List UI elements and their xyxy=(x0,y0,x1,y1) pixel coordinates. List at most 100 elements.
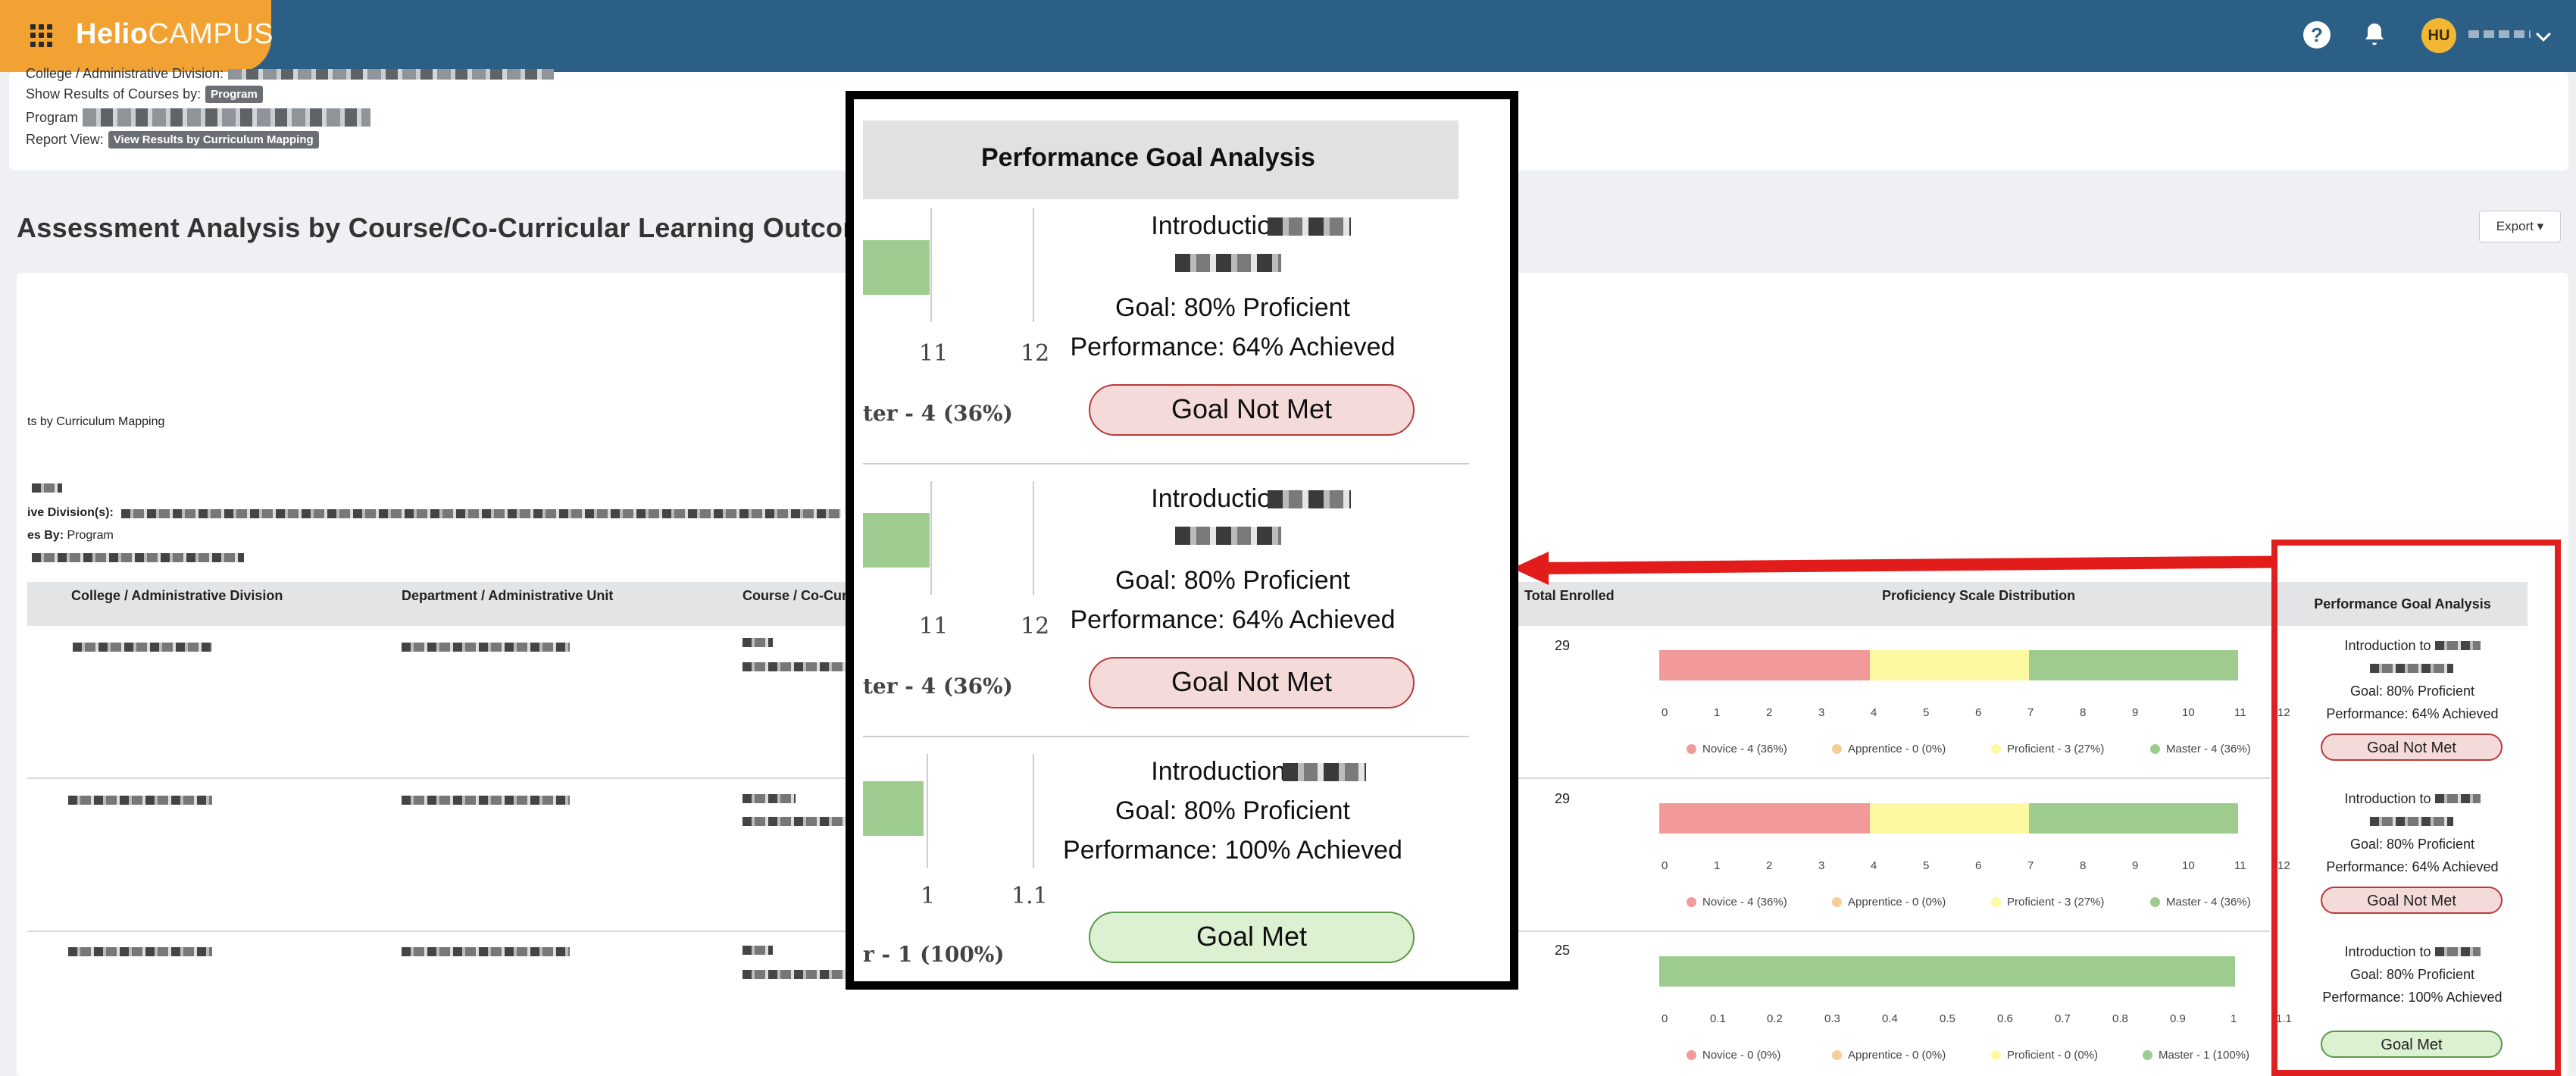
tick-label: 5 xyxy=(1923,706,1930,719)
cell-total-enrolled: 29 xyxy=(1555,791,1571,806)
zoom-goal-status-badge: Goal Not Met xyxy=(1089,384,1415,436)
cell-department-redacted xyxy=(402,796,570,805)
zoom-tick-label: 12 xyxy=(1021,340,1050,367)
filter-college-label: College / Administrative Division: xyxy=(26,66,224,81)
tick-label: 7 xyxy=(2027,859,2034,872)
filter-show-results-tag: Program xyxy=(205,86,263,103)
column-proficiency-distribution: Proficiency Scale Distribution xyxy=(1882,588,2076,603)
tick-label: 1 xyxy=(1714,706,1721,719)
zoom-legend-master: ter - 4 (36%) xyxy=(863,674,1013,699)
tick-label: 2 xyxy=(1766,859,1773,872)
zoom-axis-line xyxy=(930,208,932,322)
filter-report-view: Report View: View Results by Curriculum … xyxy=(26,131,319,149)
bar-novice xyxy=(1659,803,1870,834)
bell-icon[interactable] xyxy=(2361,21,2388,48)
zoom-goal-status-badge: Goal Met xyxy=(1089,912,1415,963)
helio-campus-logo[interactable]: HelioCAMPUS xyxy=(76,18,274,51)
tick-label: 8 xyxy=(2080,859,2087,872)
cell-college-redacted xyxy=(68,796,212,805)
cell-total-enrolled: 25 xyxy=(1555,943,1571,958)
legend-item-novice: Novice - 0 (0%) xyxy=(1687,1049,1780,1062)
zoom-course-redacted xyxy=(1175,527,1281,545)
zoom-title: Performance Goal Analysis xyxy=(981,143,1315,172)
zoom-tick-label: 12 xyxy=(1021,613,1050,640)
bar-proficient xyxy=(1870,650,2029,680)
chevron-down-icon[interactable] xyxy=(2536,27,2551,42)
bar-master xyxy=(1659,956,2235,987)
zoom-legend-master: ter - 4 (36%) xyxy=(863,401,1013,426)
zoom-course-redacted xyxy=(1268,490,1351,508)
zoom-goal-status-badge: Goal Not Met xyxy=(1089,657,1415,708)
column-course: Course / Co-Curi xyxy=(742,588,852,603)
zoom-axis-line xyxy=(1033,208,1034,322)
tick-label: 3 xyxy=(1818,706,1825,719)
redacted-text xyxy=(32,553,244,562)
help-icon[interactable]: ? xyxy=(2303,21,2331,48)
zoom-goal-performance: Performance: 64% Achieved xyxy=(1070,605,1396,634)
cell-course-redacted xyxy=(742,946,773,955)
zoom-goal-performance: Performance: 100% Achieved xyxy=(1063,836,1402,865)
page-title: Assessment Analysis by Course/Co-Curricu… xyxy=(17,212,868,243)
zoom-tick-label: 1 xyxy=(921,883,936,909)
zoom-goal-target: Goal: 80% Proficient xyxy=(1115,566,1350,595)
cell-department-redacted xyxy=(402,947,570,956)
tick-label: 9 xyxy=(2132,706,2139,719)
tick-label: 0.3 xyxy=(1824,1012,1840,1025)
legend-item-novice: Novice - 4 (36%) xyxy=(1687,896,1787,909)
zoom-axis-line xyxy=(1033,754,1034,868)
tick-label: 0.2 xyxy=(1767,1012,1783,1025)
legend-item-master: Master - 1 (100%) xyxy=(2143,1049,2249,1062)
zoom-tick-label: 11 xyxy=(919,340,949,367)
column-college: College / Administrative Division xyxy=(71,588,283,603)
cell-course-redacted xyxy=(742,970,849,979)
filter-show-results-label: Show Results of Courses by: xyxy=(26,86,202,102)
redacted-text xyxy=(32,483,62,493)
cell-course-redacted xyxy=(742,794,796,803)
redacted-text xyxy=(121,509,841,518)
bar-proficient xyxy=(1870,803,2029,834)
zoom-bar-master xyxy=(863,240,930,295)
tick-label: 10 xyxy=(2182,859,2195,872)
column-total-enrolled: Total Enrolled xyxy=(1524,588,1615,603)
tick-label: 0.9 xyxy=(2170,1012,2186,1025)
tick-label: 8 xyxy=(2080,706,2087,719)
zoom-course-redacted xyxy=(1268,217,1351,236)
filter-program-value-redacted xyxy=(83,108,371,127)
tick-label: 9 xyxy=(2132,859,2139,872)
zoom-goal-intro: Introduction to xyxy=(1151,211,1315,240)
legend-item-apprentice: Apprentice - 0 (0%) xyxy=(1832,743,1946,755)
tick-label: 0.6 xyxy=(1997,1012,2013,1025)
zoom-tick-label: 1.1 xyxy=(1011,883,1048,909)
zoom-goal-target: Goal: 80% Proficient xyxy=(1115,796,1350,825)
tick-label: 2 xyxy=(1766,706,1773,719)
zoom-course-redacted xyxy=(1175,254,1281,272)
cell-course-redacted xyxy=(742,638,773,647)
zoom-goal-intro: Introduction to xyxy=(1151,484,1315,513)
tick-label: 0 xyxy=(1662,1012,1668,1025)
legend-item-proficient: Proficient - 3 (27%) xyxy=(1991,896,2104,909)
tick-label: 0.7 xyxy=(2055,1012,2071,1025)
user-avatar[interactable]: HU xyxy=(2421,18,2456,53)
filter-show-results: Show Results of Courses by: Program xyxy=(26,86,263,103)
bar-novice xyxy=(1659,650,1870,680)
zoom-course-redacted xyxy=(1283,763,1366,781)
tick-label: 11 xyxy=(2234,859,2246,872)
brand-area: HelioCAMPUS xyxy=(0,0,274,72)
filter-report-view-tag: View Results by Curriculum Mapping xyxy=(108,131,319,149)
cell-total-enrolled: 29 xyxy=(1555,638,1571,653)
export-button[interactable]: Export ▾ xyxy=(2479,211,2561,242)
zoom-bar-master xyxy=(863,513,930,568)
filter-college: College / Administrative Division: xyxy=(26,66,555,82)
tick-label: 7 xyxy=(2027,706,2034,719)
filter-college-value-redacted xyxy=(228,68,555,80)
legend-item-proficient: Proficient - 3 (27%) xyxy=(1991,743,2104,755)
legend-item-proficient: Proficient - 0 (0%) xyxy=(1991,1049,2098,1062)
apps-grid-icon[interactable] xyxy=(30,24,53,47)
legend-item-master: Master - 4 (36%) xyxy=(2150,896,2251,909)
top-header: HelioCAMPUS ? HU xyxy=(0,0,2576,72)
report-results-by-line: es By: Program xyxy=(27,529,114,542)
cell-college-redacted xyxy=(68,947,212,956)
tick-label: 1 xyxy=(1714,859,1721,872)
zoom-tick-label: 11 xyxy=(919,613,949,640)
cell-course-redacted xyxy=(742,662,849,671)
